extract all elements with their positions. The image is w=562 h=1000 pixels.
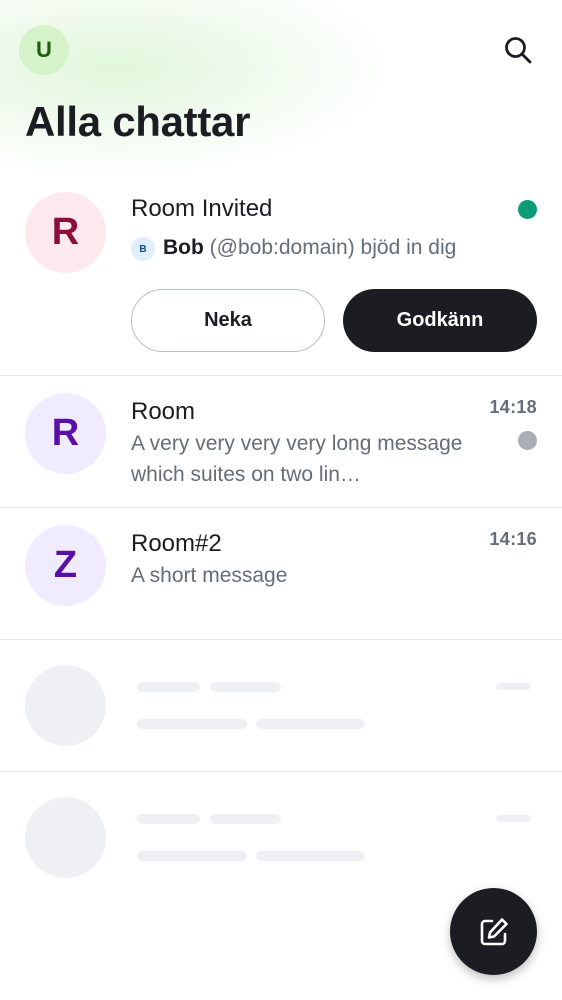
accept-button[interactable]: Godkänn bbox=[343, 289, 537, 352]
room-item[interactable]: R Room 14:18 A very very very very long … bbox=[0, 376, 562, 508]
search-icon bbox=[505, 37, 532, 64]
header: U Alla chattar bbox=[0, 0, 562, 165]
room-avatar: R bbox=[25, 192, 106, 273]
placeholder-line bbox=[137, 851, 247, 861]
placeholder-avatar bbox=[25, 665, 106, 746]
placeholder-line bbox=[496, 815, 531, 822]
room-placeholder bbox=[0, 772, 562, 904]
placeholder-line bbox=[256, 851, 365, 861]
decline-button[interactable]: Neka bbox=[131, 289, 325, 352]
invite-status-dot bbox=[518, 200, 537, 219]
room-avatar: R bbox=[25, 393, 106, 474]
room-placeholder bbox=[0, 640, 562, 772]
room-timestamp: 14:16 bbox=[489, 529, 537, 549]
compose-button[interactable] bbox=[450, 888, 537, 975]
unread-dot bbox=[518, 431, 537, 450]
room-last-message: A short message bbox=[131, 564, 288, 587]
room-name: Room bbox=[131, 398, 196, 425]
placeholder-line bbox=[137, 719, 247, 729]
invite-description: Bob (@bob:domain) bjöd in dig bbox=[163, 236, 456, 260]
user-avatar[interactable]: U bbox=[19, 25, 69, 75]
placeholder-avatar bbox=[25, 797, 106, 878]
page-title: Alla chattar bbox=[25, 98, 251, 145]
placeholder-line bbox=[256, 719, 365, 729]
placeholder-line bbox=[137, 814, 200, 824]
room-name: Room Invited bbox=[131, 195, 273, 222]
placeholder-line bbox=[210, 814, 281, 824]
inviter-avatar: B bbox=[131, 237, 155, 261]
compose-icon bbox=[480, 917, 508, 945]
search-button[interactable] bbox=[498, 30, 538, 70]
room-timestamp: 14:18 bbox=[489, 397, 537, 417]
invite-text: (@bob:domain) bjöd in dig bbox=[203, 236, 457, 259]
placeholder-line bbox=[496, 683, 531, 690]
room-last-message: A very very very very long message which… bbox=[131, 432, 463, 486]
room-name: Room#2 bbox=[131, 530, 222, 557]
placeholder-line bbox=[137, 682, 200, 692]
placeholder-line bbox=[210, 682, 281, 692]
inviter-name: Bob bbox=[163, 236, 204, 259]
room-item[interactable]: Z Room#2 14:16 A short message bbox=[0, 508, 562, 640]
room-avatar: Z bbox=[25, 525, 106, 606]
